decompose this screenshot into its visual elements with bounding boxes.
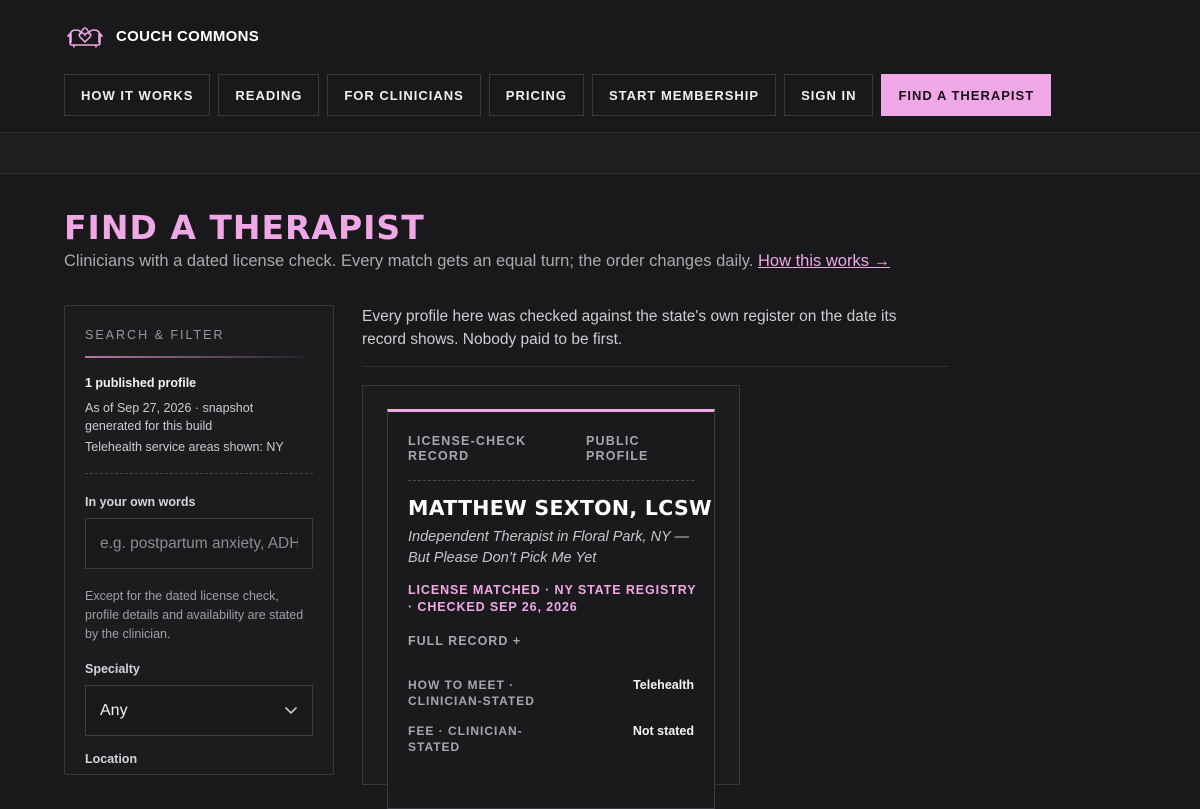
chevron-down-icon <box>284 706 298 715</box>
profile-card: LICENSE-CHECK RECORD PUBLIC PROFILE MATT… <box>387 409 715 809</box>
full-record-toggle[interactable]: FULL RECORD + <box>408 634 521 648</box>
nav-reading[interactable]: READING <box>218 74 320 116</box>
therapist-name: MATTHEW SEXTON, LCSW <box>408 496 712 520</box>
nav-pricing[interactable]: PRICING <box>488 74 584 116</box>
field-value: Telehealth <box>633 678 694 692</box>
couch-heart-icon <box>66 24 104 48</box>
telehealth-areas: Telehealth service areas shown: NY <box>85 440 284 454</box>
intro-text: Every profile here was checked against t… <box>362 308 897 348</box>
specialty-select[interactable]: Any <box>85 685 313 736</box>
how-this-works-link[interactable]: How this works → <box>758 252 890 270</box>
own-words-label: In your own words <box>85 495 196 509</box>
field-key: HOW TO MEET · CLINICIAN-STATED <box>408 678 535 708</box>
profile-count: 1 published profile <box>85 376 197 390</box>
nav-how-it-works[interactable]: HOW IT WORKS <box>64 74 211 116</box>
filter-divider <box>85 473 313 474</box>
brand-name: COUCH COMMONS <box>116 27 260 45</box>
filter-panel: SEARCH & FILTER 1 published profile As o… <box>64 305 334 775</box>
field-key: FEE · CLINICIAN-STATED <box>408 724 523 754</box>
results-card: LICENSE-CHECK RECORD PUBLIC PROFILE MATT… <box>362 385 740 809</box>
nav-sign-in[interactable]: SIGN IN <box>784 74 874 116</box>
specialty-value: Any <box>100 701 128 719</box>
nav-for-clinicians[interactable]: FOR CLINICIANS <box>327 74 481 116</box>
filter-heading-rule <box>85 356 303 358</box>
tab-license-check-record[interactable]: LICENSE-CHECK RECORD <box>408 434 548 464</box>
license-status: LICENSE MATCHED · NY STATE REGISTRY · CH… <box>408 583 697 614</box>
filter-heading: SEARCH & FILTER <box>85 328 225 342</box>
profile-tabs: LICENSE-CHECK RECORD PUBLIC PROFILE <box>408 434 694 481</box>
nav-find-a-therapist[interactable]: FIND A THERAPIST <box>881 74 1052 116</box>
location-label: Location <box>85 752 138 766</box>
page-title: FIND A THERAPIST <box>64 208 425 247</box>
sub-bar <box>0 133 1200 174</box>
field-value: Not stated <box>632 724 694 738</box>
main-nav: HOW IT WORKS READING FOR CLINICIANS PRIC… <box>64 74 1059 116</box>
specialty-label: Specialty <box>85 662 140 676</box>
therapist-description: Independent Therapist in Floral Park, NY… <box>408 529 690 566</box>
tab-public-profile[interactable]: PUBLIC PROFILE <box>586 434 686 464</box>
filter-note: Except for the dated license check, prof… <box>85 589 304 641</box>
nav-start-membership[interactable]: START MEMBERSHIP <box>591 74 777 116</box>
own-words-input[interactable] <box>85 518 313 569</box>
site-header: COUCH COMMONS HOW IT WORKS READING FOR C… <box>0 0 1200 133</box>
page-subtitle: Clinicians with a dated license check. E… <box>64 252 890 271</box>
intro-divider <box>362 366 949 367</box>
snapshot-date: As of Sep 27, 2026 · snapshot generated … <box>85 401 254 433</box>
subtitle-text: Clinicians with a dated license check. E… <box>64 252 754 270</box>
brand[interactable]: COUCH COMMONS <box>66 24 259 48</box>
